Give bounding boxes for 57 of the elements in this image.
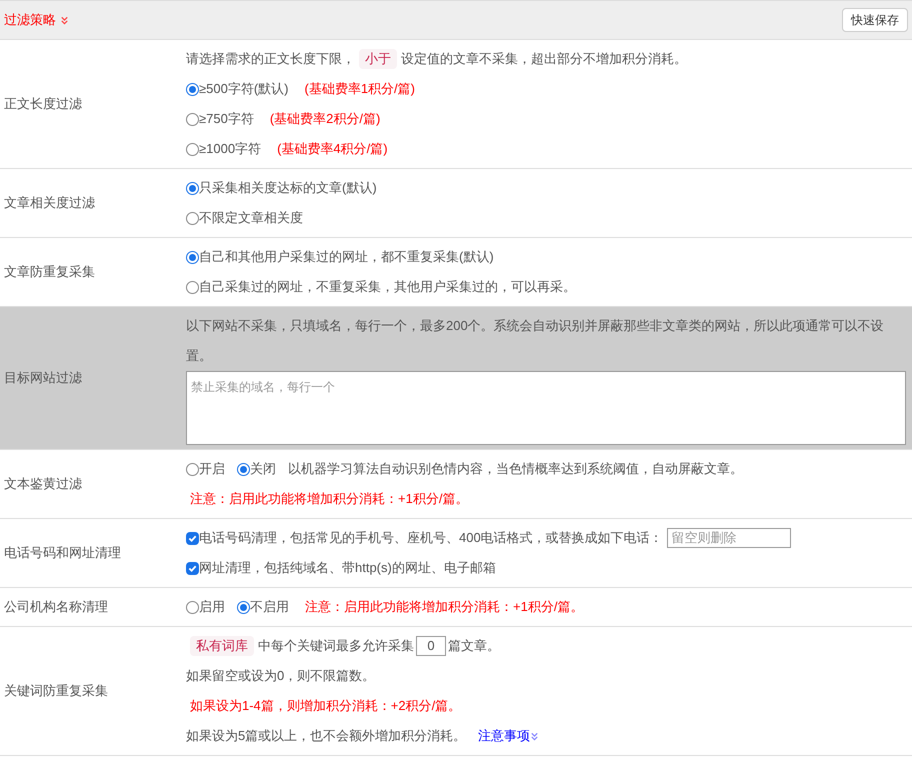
row-label: 目标网站过滤	[4, 369, 82, 388]
quick-save-button[interactable]: 快速保存	[842, 8, 908, 32]
radio-button[interactable]	[186, 280, 199, 294]
double-chevron-icon	[530, 732, 540, 740]
checkbox[interactable]	[186, 562, 199, 574]
checkbox-label: 网址清理，包括纯域名、带http(s)的网址、电子邮箱	[199, 559, 496, 577]
radio-label: 关闭	[250, 460, 276, 478]
row-label: 文章防重复采集	[4, 263, 95, 282]
note-text: 注意：启用此功能将增加积分消耗：+1积分/篇。	[190, 490, 468, 508]
phone-input-field[interactable]: 留空则删除	[666, 528, 791, 548]
highlight-tag: 私有词库	[190, 636, 254, 656]
radio-button[interactable]	[186, 142, 199, 156]
note-text: (基础费率2积分/篇)	[270, 110, 380, 128]
row-label: 正文长度过滤	[4, 95, 82, 114]
description-text: 以下网站不采集，只填域名，每行一个，最多200个。系统会自动识别并屏蔽那些非文章类的网站，所以此项通常可以不设置。	[186, 317, 885, 365]
highlight-tag: 小于	[359, 49, 397, 69]
notes-link[interactable]: 注意事项	[478, 721, 540, 751]
radio-button[interactable]	[186, 182, 199, 194]
radio-label: 自己和其他用户采集过的网址，都不重复采集(默认)	[199, 248, 494, 266]
row-label: 文章相关度过滤	[4, 194, 95, 212]
radio-button[interactable]	[186, 600, 199, 614]
radio-label: ≥500字符(默认)	[199, 80, 288, 98]
radio-button[interactable]	[186, 82, 199, 96]
description-text: 设定值的文章不采集，超出部分不增加积分消耗。	[401, 50, 687, 68]
number-field[interactable]: 0	[416, 636, 446, 656]
radio-button[interactable]	[186, 250, 199, 264]
row-label: 关键词防重复采集	[4, 682, 108, 700]
radio-label: 自己采集过的网址，不重复采集，其他用户采集过的，可以再采。	[199, 278, 576, 296]
note-text: 如果设为1-4篇，则增加积分消耗：+2积分/篇。	[190, 697, 462, 715]
radio-label: 开启	[199, 460, 225, 478]
radio-label: 启用	[199, 598, 225, 616]
row-label: 电话号码和网址清理	[4, 544, 121, 562]
radio-button[interactable]	[186, 112, 199, 126]
description-text: 如果留空或设为0，则不限篇数。	[186, 667, 376, 685]
description-text: 如果设为5篇或以上，也不会额外增加积分消耗。	[186, 727, 466, 745]
note-text: (基础费率4积分/篇)	[277, 140, 388, 158]
description-text: 篇文章。	[448, 637, 500, 655]
double-chevron-icon	[60, 16, 69, 24]
radio-label: ≥1000字符	[199, 140, 262, 158]
description-text: 以机器学习算法自动识别色情内容，当色情概率达到系统阈值，自动屏蔽文章。	[288, 460, 743, 478]
note-text: (基础费率1积分/篇)	[304, 80, 415, 98]
description-text: 中每个关键词最多允许采集	[258, 637, 414, 655]
radio-label: 只采集相关度达标的文章(默认)	[199, 179, 377, 197]
checkbox-label: 电话号码清理，包括常见的手机号、座机号、400电话格式，或替换成如下电话：	[199, 529, 663, 547]
note-text: 注意：启用此功能将增加积分消耗：+1积分/篇。	[305, 598, 584, 616]
radio-label: 不限定文章相关度	[199, 209, 303, 227]
row-label: 文本鉴黄过滤	[4, 475, 82, 494]
domain-textarea[interactable]: 禁止采集的域名，每行一个	[186, 371, 906, 445]
description-text: 请选择需求的正文长度下限，	[186, 50, 355, 68]
radio-button[interactable]	[237, 600, 250, 614]
row-label: 公司机构名称清理	[4, 598, 108, 616]
radio-button[interactable]	[186, 212, 199, 224]
radio-button[interactable]	[237, 462, 250, 476]
radio-label: 不启用	[250, 598, 289, 616]
checkbox[interactable]	[186, 532, 199, 544]
radio-label: ≥750字符	[199, 110, 254, 128]
radio-button[interactable]	[186, 462, 199, 476]
